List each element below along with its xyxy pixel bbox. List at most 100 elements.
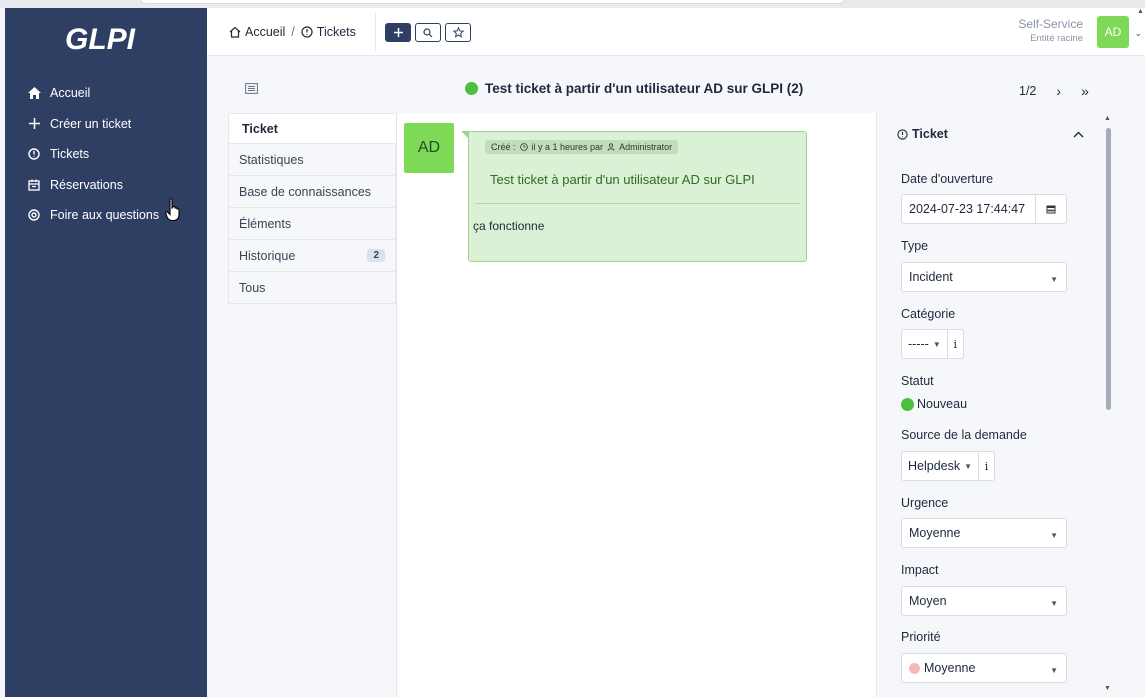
clock-icon xyxy=(519,143,528,151)
status-dot-icon xyxy=(901,397,914,411)
calendar-icon[interactable] xyxy=(1035,195,1066,223)
scroll-down-icon[interactable]: ▼ xyxy=(1104,685,1111,692)
priority-label: Priorité xyxy=(901,630,941,644)
toggle-panel-button[interactable] xyxy=(245,82,258,97)
panel-scrollbar[interactable]: ▲ ▼ xyxy=(1102,113,1114,697)
search-button[interactable] xyxy=(415,23,441,42)
star-icon xyxy=(452,27,464,38)
search-icon xyxy=(423,27,433,37)
section-header[interactable]: Ticket xyxy=(897,127,948,141)
list-icon xyxy=(245,83,258,94)
ticket-tabs: Ticket Statistiques Base de connaissance… xyxy=(228,113,396,304)
type-select[interactable]: Incident ▼ xyxy=(901,262,1067,292)
sidebar-item-label: Accueil xyxy=(50,86,91,101)
sidebar-item-creer-ticket[interactable]: Créer un ticket xyxy=(5,109,207,140)
urgency-select[interactable]: Moyenne ▼ xyxy=(901,518,1067,548)
avatar[interactable]: AD xyxy=(1097,16,1129,48)
breadcrumb-tickets[interactable]: Tickets xyxy=(317,25,356,39)
priority-value: Moyenne xyxy=(924,661,976,675)
pager-position: 1/2 xyxy=(1019,84,1037,98)
meta-time: il y a 1 heures par xyxy=(531,142,604,152)
tab-label: Ticket xyxy=(242,121,278,136)
user-profile[interactable]: Self-Service Entité racine xyxy=(1018,17,1083,44)
home-icon xyxy=(27,86,41,100)
source-value: Helpdesk xyxy=(908,459,961,473)
glpi-logo[interactable]: GLPI xyxy=(5,8,207,70)
bookmark-button[interactable] xyxy=(445,23,471,42)
scroll-up-icon[interactable]: ▲ xyxy=(1104,115,1111,122)
priority-select[interactable]: Moyenne ▼ xyxy=(901,653,1067,683)
ticket-title-text: Test ticket à partir d'un utilisateur AD… xyxy=(485,81,804,96)
sidebar-item-tickets[interactable]: Tickets xyxy=(5,139,207,170)
info-icon[interactable]: i xyxy=(978,452,994,480)
sidebar-item-label: Foire aux questions xyxy=(50,208,160,223)
sidebar-item-label: Réservations xyxy=(50,177,123,192)
plus-icon xyxy=(393,28,403,37)
chevron-up-icon[interactable] xyxy=(1073,127,1084,141)
source-select[interactable]: Helpdesk ▼ i xyxy=(901,451,996,481)
tab-statistiques[interactable]: Statistiques xyxy=(228,144,396,176)
sidebar-item-label: Tickets xyxy=(50,147,90,162)
meta-author[interactable]: Administrator xyxy=(619,142,672,152)
header-actions xyxy=(385,23,471,42)
calendar-icon xyxy=(27,178,41,192)
tab-elements[interactable]: Éléments xyxy=(228,208,396,240)
breadcrumb-home[interactable]: Accueil xyxy=(245,25,285,39)
page-scrollbar[interactable]: ▲ xyxy=(1136,8,1145,697)
scrollbar-thumb[interactable] xyxy=(1106,128,1111,410)
status-dot-icon xyxy=(465,82,478,95)
caret-down-icon: ▼ xyxy=(1050,599,1058,608)
alert-circle-icon xyxy=(897,128,908,140)
tab-base-connaissances[interactable]: Base de connaissances xyxy=(228,176,396,208)
tab-label: Tous xyxy=(239,280,266,295)
caret-down-icon: ▼ xyxy=(1050,666,1058,675)
add-button[interactable] xyxy=(385,23,411,42)
caret-down-icon: ▼ xyxy=(1050,531,1058,540)
hand-cursor-icon xyxy=(165,198,183,225)
tab-label: Base de connaissances xyxy=(239,184,372,199)
scroll-up-icon[interactable]: ▲ xyxy=(1137,8,1144,15)
impact-value: Moyen xyxy=(909,594,947,608)
count-badge: 2 xyxy=(367,249,385,262)
impact-select[interactable]: Moyen ▼ xyxy=(901,586,1067,616)
sidebar-item-reservations[interactable]: Réservations xyxy=(5,170,207,201)
sidebar-item-label: Créer un ticket xyxy=(50,116,132,131)
help-icon xyxy=(27,208,41,222)
info-icon[interactable]: i xyxy=(946,330,963,358)
urgency-label: Urgence xyxy=(901,496,949,510)
followup-title: Test ticket à partir d'un utilisateur AD… xyxy=(490,172,755,187)
followup-content: ça fonctionne xyxy=(473,219,545,233)
priority-dot-icon xyxy=(909,662,920,674)
ticket-details-panel: Ticket Date d'ouverture 2024-07-23 17:44… xyxy=(876,113,1116,697)
followup-meta: Créé : il y a 1 heures par Administrator xyxy=(485,140,679,154)
next-button[interactable]: › xyxy=(1056,83,1061,99)
ticket-title-bar: Test ticket à partir d'un utilisateur AD… xyxy=(207,66,1117,108)
header-divider xyxy=(375,13,376,51)
top-header: Accueil / Tickets Self-Service Entité ra… xyxy=(207,8,1145,56)
breadcrumb-separator: / xyxy=(291,25,295,39)
section-title: Ticket xyxy=(912,127,948,141)
category-select[interactable]: ----- ▼ i xyxy=(901,329,964,359)
meta-created-label: Créé : xyxy=(491,142,516,152)
page-title: Test ticket à partir d'un utilisateur AD… xyxy=(465,81,803,96)
alert-circle-icon xyxy=(27,147,41,161)
type-value: Incident xyxy=(909,270,953,284)
opening-date-value: 2024-07-23 17:44:47 xyxy=(909,202,1026,216)
tab-tous[interactable]: Tous xyxy=(228,272,396,304)
opening-date-field[interactable]: 2024-07-23 17:44:47 xyxy=(901,194,1067,224)
followup-card: Créé : il y a 1 heures par Administrator… xyxy=(461,131,807,262)
status-value[interactable]: Nouveau xyxy=(901,397,967,411)
breadcrumb: Accueil / Tickets xyxy=(229,25,356,39)
pager: 1/2 › » xyxy=(1019,83,1089,99)
source-label: Source de la demande xyxy=(901,428,1027,442)
sidebar-item-accueil[interactable]: Accueil xyxy=(5,78,207,109)
status-text: Nouveau xyxy=(917,397,968,411)
tab-ticket[interactable]: Ticket xyxy=(228,113,396,144)
profile-entity: Entité racine xyxy=(1030,33,1083,44)
caret-down-icon: ▼ xyxy=(1050,275,1058,284)
tab-historique[interactable]: Historique 2 xyxy=(228,240,396,272)
logo-text: GLPI xyxy=(65,23,136,56)
last-button[interactable]: » xyxy=(1081,83,1089,99)
address-bar[interactable] xyxy=(140,0,845,4)
urgency-value: Moyenne xyxy=(909,526,961,540)
